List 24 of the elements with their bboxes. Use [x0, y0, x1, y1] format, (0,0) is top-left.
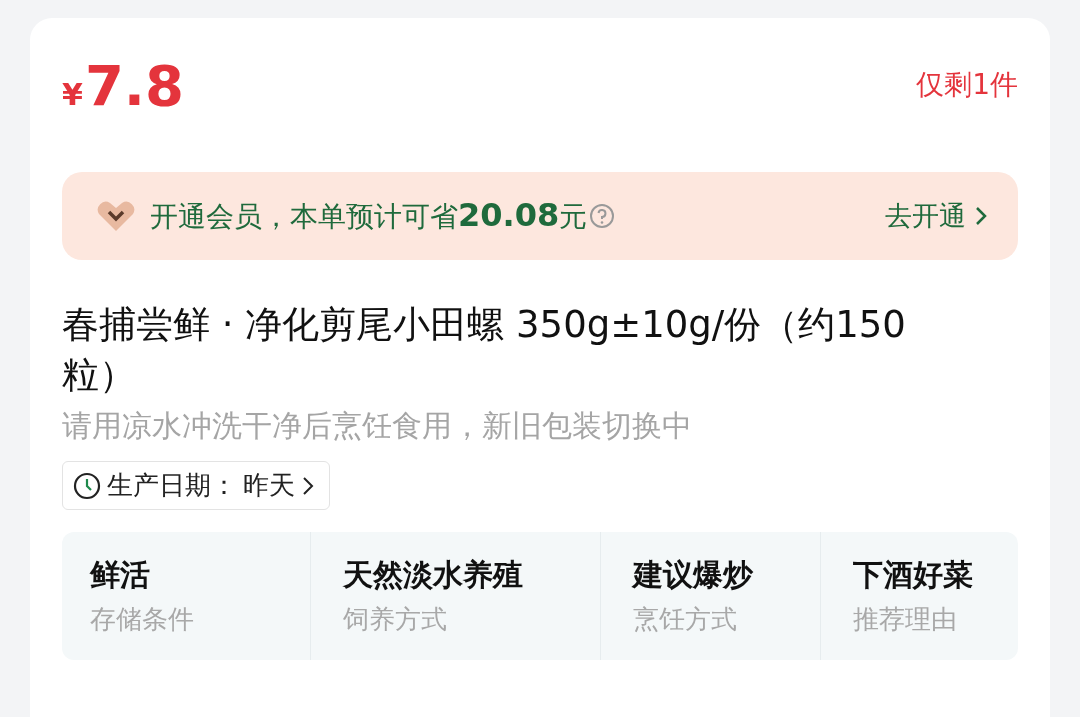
attribute-label: 推荐理由 — [853, 603, 958, 636]
member-banner[interactable]: 开通会员，本单预计可省20.08元 去开通 — [62, 172, 1018, 260]
price: 7.8 — [84, 52, 185, 118]
production-date-chip[interactable]: 生产日期： 昨天 — [62, 461, 330, 510]
product-subtitle: 请用凉水冲洗干净后烹饪食用，新旧包装切换中 — [62, 407, 693, 445]
date-value: 昨天 — [243, 469, 295, 502]
chevron-icon — [301, 474, 315, 497]
activate-link[interactable]: 去开通 — [885, 198, 988, 234]
attribute-label: 饲养方式 — [343, 603, 448, 636]
date-label: 生产日期： — [107, 469, 237, 502]
attribute-value: 鲜活 — [90, 556, 151, 594]
chevron-icon — [974, 205, 988, 227]
stock-label: 仅剩1件 — [916, 67, 1018, 103]
attribute-value: 建议爆炒 — [633, 556, 753, 594]
attribute-value: 天然淡水养殖 — [343, 556, 523, 594]
product-title: 春捕尝鲜 · 净化剪尾小田螺 350g±10g/份（约150粒） — [62, 302, 907, 398]
currency-symbol: ¥ — [62, 76, 83, 112]
attribute-label: 存储条件 — [90, 603, 194, 636]
help-icon[interactable] — [589, 203, 616, 229]
attribute-value: 下酒好菜 — [853, 556, 973, 594]
attribute-label: 烹饪方式 — [633, 603, 738, 636]
clock-icon — [73, 471, 101, 500]
heart-icon — [96, 200, 136, 232]
member-savings-text: 开通会员，本单预计可省20.08元 — [150, 196, 588, 236]
